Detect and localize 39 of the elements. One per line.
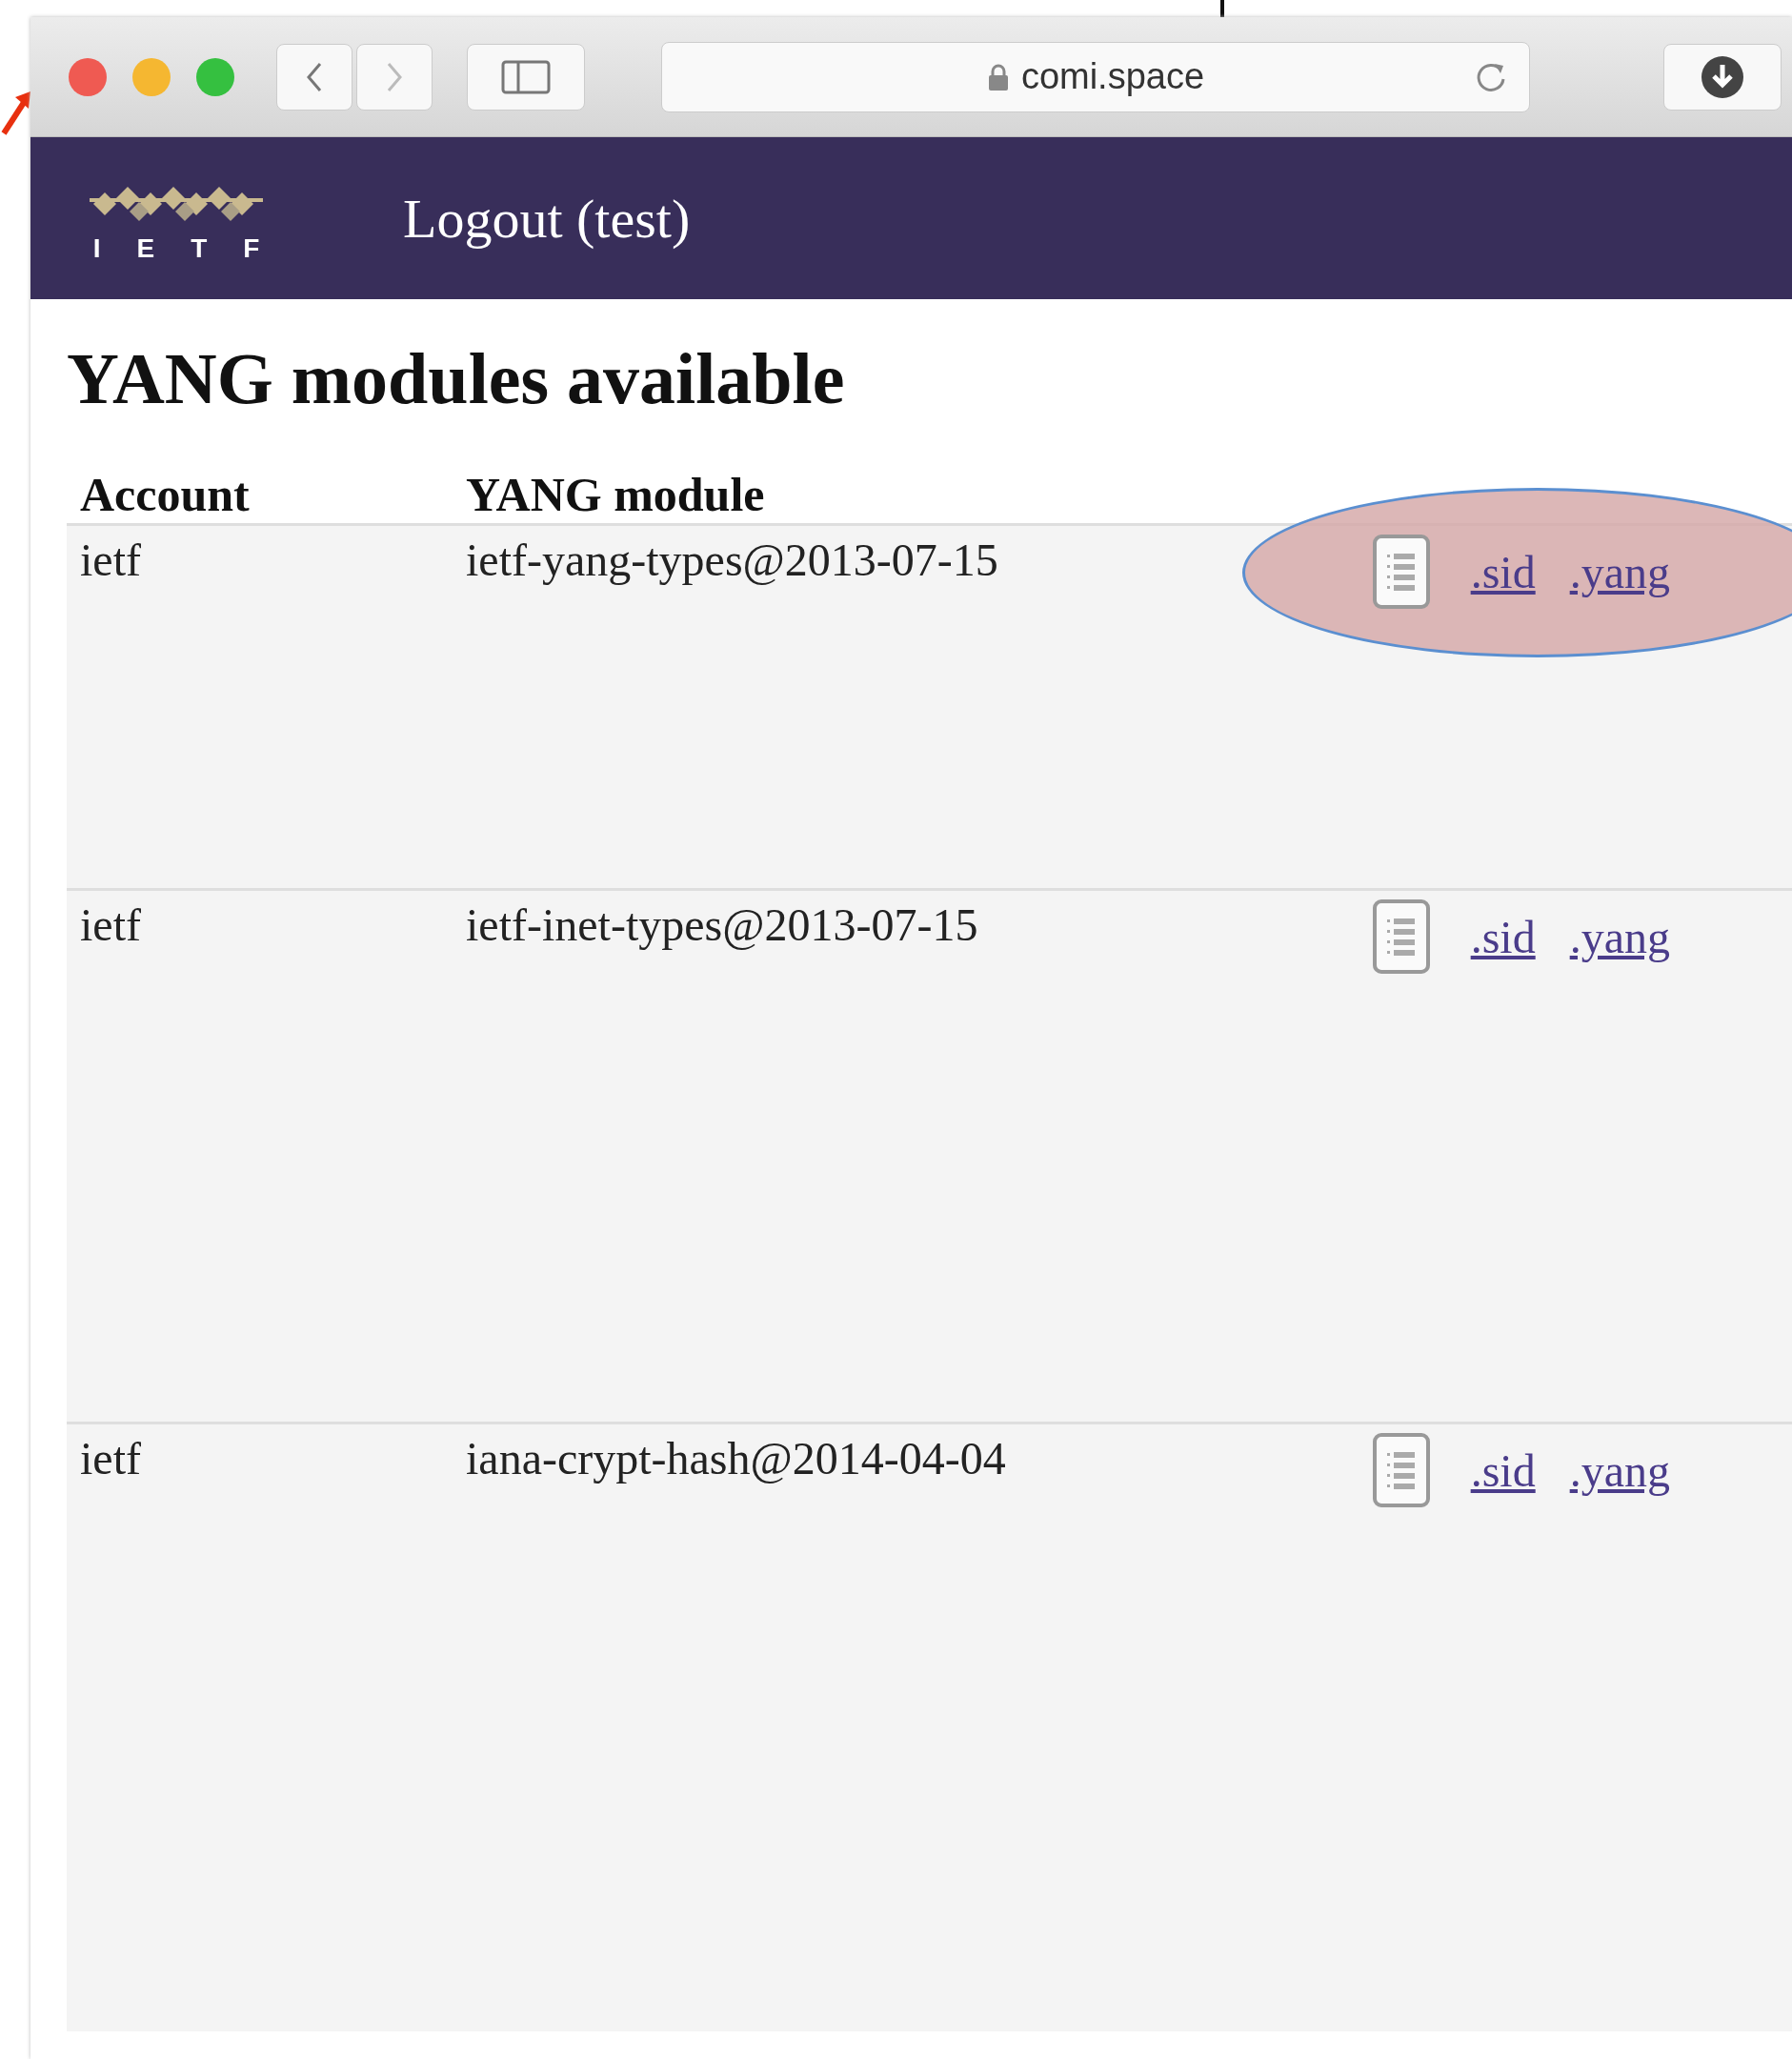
forward-button[interactable] [356, 43, 433, 111]
account-cell-text: ietf [80, 1432, 142, 1484]
sidebar-button[interactable] [467, 43, 585, 111]
close-button[interactable] [69, 57, 107, 96]
account-cell-text: ietf [80, 534, 142, 586]
column-header: Account [80, 467, 251, 522]
url-text: comi.space [1020, 56, 1205, 97]
logo-letter: T [191, 232, 208, 264]
chevron-right-icon [385, 60, 404, 93]
logout-link[interactable]: Logout (test) [403, 186, 691, 251]
lock-icon [986, 62, 1010, 91]
download-icon [1700, 53, 1745, 100]
logo-letter: F [243, 232, 260, 264]
file-link[interactable]: .sid [1470, 1443, 1536, 1497]
annotation-arrow [0, 91, 32, 135]
document-list-icon[interactable] [1371, 534, 1431, 610]
zoom-button[interactable] [196, 57, 234, 96]
back-button[interactable] [276, 43, 352, 111]
module-cell-text: ietf-yang-types@2013-07-15 [466, 534, 999, 586]
page-title: YANG modules available [67, 337, 846, 420]
sidebar-icon [501, 59, 551, 94]
document-list-icon[interactable] [1371, 1432, 1431, 1508]
file-link[interactable]: .yang [1569, 1443, 1670, 1497]
ietf-logo[interactable]: I E T F [81, 172, 272, 264]
module-cell-text: ietf-inet-types@2013-07-15 [466, 898, 979, 951]
minimize-button[interactable] [132, 57, 171, 96]
logo-letter: E [136, 232, 155, 264]
file-link[interactable]: .sid [1470, 910, 1536, 963]
account-cell-text: ietf [80, 898, 142, 951]
address-bar[interactable]: comi.space [661, 41, 1530, 112]
column-header: YANG module [466, 467, 766, 522]
download-button[interactable] [1663, 43, 1782, 111]
chevron-left-icon [305, 60, 324, 93]
file-link[interactable]: .yang [1569, 910, 1670, 963]
module-cell-text: iana-crypt-hash@2014-04-04 [466, 1432, 1007, 1484]
document-list-icon[interactable] [1371, 898, 1431, 975]
logo-letter: I [92, 232, 101, 264]
file-link[interactable]: .sid [1470, 545, 1536, 598]
file-link[interactable]: .yang [1569, 545, 1670, 598]
